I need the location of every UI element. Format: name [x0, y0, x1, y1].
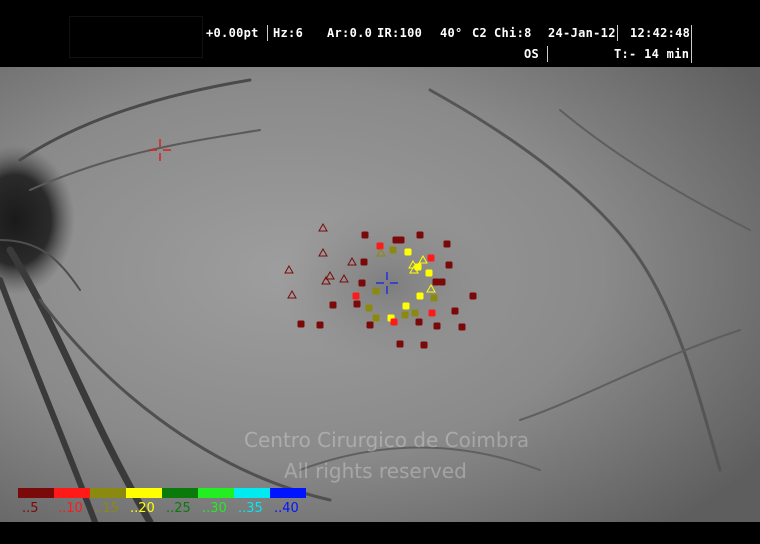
stimulus-square: [366, 321, 374, 329]
stimulus-square: [416, 231, 424, 239]
test-duration: T:- 14 min: [614, 47, 690, 61]
watermark-line1: Centro Cirurgico de Coimbra: [244, 428, 530, 452]
legend-swatch: [90, 488, 126, 498]
legend-label: ..25: [166, 501, 191, 516]
stimulus-square: [352, 292, 360, 300]
stimulus-square: [365, 304, 373, 312]
stimulus-square: [316, 321, 324, 329]
c2-value: C2: [472, 26, 488, 40]
stimulus-square: [329, 301, 337, 309]
stimulus-square: [445, 261, 453, 269]
exam-date: 24-Jan-12: [548, 26, 616, 40]
legend-swatch: [162, 488, 198, 498]
stimulus-square: [438, 278, 446, 286]
hz-value: Hz:6: [273, 26, 304, 40]
stimulus-square: [372, 287, 380, 295]
stimulus-square: [404, 248, 412, 256]
microperimetry-screen: +0.00pt Hz:6 Ar:0.0 IR:100 40° C2 Chi:8 …: [0, 0, 760, 544]
stimulus-square: [451, 307, 459, 315]
separator: [617, 25, 618, 41]
stimulus-square: [432, 278, 440, 286]
refraction-value: +0.00pt: [206, 26, 259, 40]
stimulus-square: [396, 340, 404, 348]
legend-label: ..15: [94, 501, 119, 516]
chi-value: Chi:8: [494, 26, 532, 40]
stimulus-square: [361, 231, 369, 239]
footer-bar: [0, 522, 760, 544]
stimulus-square: [390, 318, 398, 326]
ar-value: Ar:0.0: [327, 26, 373, 40]
stimulus-square: [353, 300, 361, 308]
fundus-image: [0, 67, 760, 522]
stimulus-square: [376, 242, 384, 250]
legend-label: ..40: [274, 501, 299, 516]
legend-swatch: [270, 488, 306, 498]
stimulus-square: [360, 258, 368, 266]
separator: [267, 25, 268, 41]
ir-value: IR:100: [377, 26, 423, 40]
legend-label: ..20: [130, 501, 155, 516]
stimulus-square: [458, 323, 466, 331]
legend-swatch: [18, 488, 54, 498]
fov-value: 40°: [440, 26, 463, 40]
legend-swatch: [198, 488, 234, 498]
stimulus-square: [297, 320, 305, 328]
legend-swatch: [54, 488, 90, 498]
legend-swatch: [126, 488, 162, 498]
stimulus-square: [401, 311, 409, 319]
stimulus-square: [372, 314, 380, 322]
exam-time: 12:42:48: [630, 26, 691, 40]
stimulus-square: [397, 236, 405, 244]
legend-label: ..35: [238, 501, 263, 516]
redacted-patient-field: [69, 16, 203, 58]
legend-label: ..30: [202, 501, 227, 516]
stimulus-square: [416, 292, 424, 300]
stimulus-square: [427, 254, 435, 262]
eye-indicator: OS: [524, 47, 540, 61]
stimulus-square: [358, 279, 366, 287]
header-bar: +0.00pt Hz:6 Ar:0.0 IR:100 40° C2 Chi:8 …: [0, 0, 760, 67]
separator: [691, 25, 692, 63]
legend-label: ..10: [58, 501, 83, 516]
stimulus-square: [428, 309, 436, 317]
watermark-line2: All rights reserved: [284, 459, 467, 483]
stimulus-square: [430, 294, 438, 302]
fovea-region: [280, 205, 500, 365]
stimulus-square: [469, 292, 477, 300]
stimulus-square: [420, 341, 428, 349]
legend-swatch: [234, 488, 270, 498]
stimulus-square: [402, 302, 410, 310]
stimulus-square: [415, 318, 423, 326]
stimulus-square: [425, 269, 433, 277]
legend-label: ..5: [22, 501, 39, 516]
stimulus-square: [443, 240, 451, 248]
stimulus-square: [411, 309, 419, 317]
separator: [547, 46, 548, 62]
stimulus-square: [389, 246, 397, 254]
stimulus-square: [433, 322, 441, 330]
